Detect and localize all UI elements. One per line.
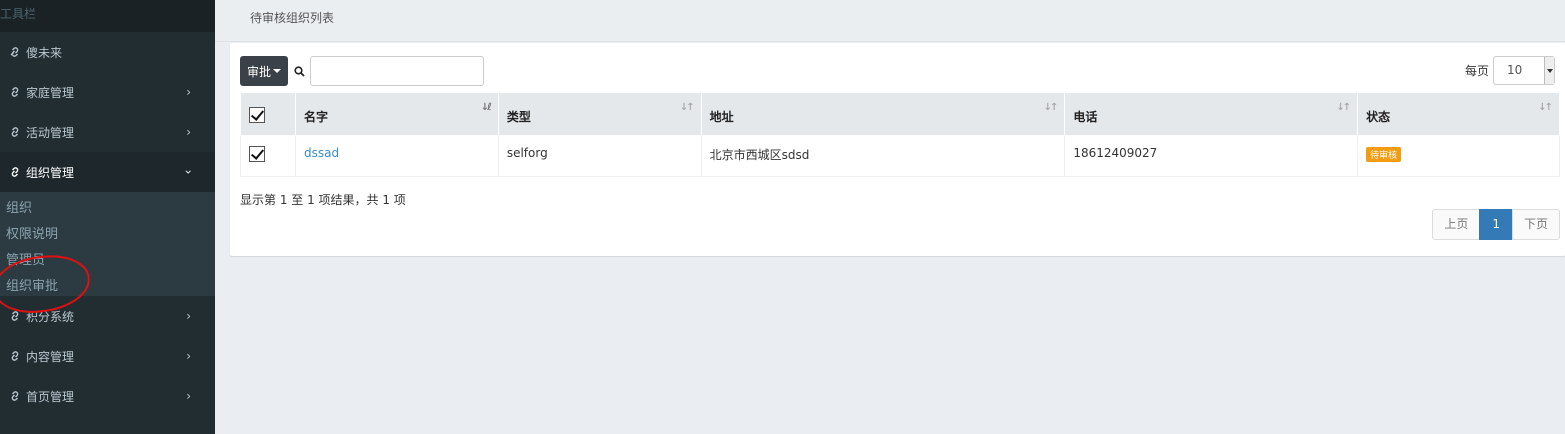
chevron-right-icon: › [186, 349, 191, 363]
content-box: 审批 每页 10 名字 ↓ℓ 类型 ↓↑ 地址 ↓↑ 电话 ↓↑ 状态 ↓↑ d… [230, 43, 1565, 256]
link-icon [4, 86, 26, 98]
cell-status: 待审核 [1357, 135, 1560, 177]
sort-icon: ↓↑ [1538, 102, 1553, 113]
sidebar-submenu: 组织 权限说明 管理员 组织审批 [0, 192, 215, 296]
status-badge: 待审核 [1366, 147, 1402, 162]
sidebar-item-content[interactable]: 内容管理 › [0, 336, 215, 376]
select-all-checkbox[interactable] [249, 106, 265, 123]
table-controls: 审批 [240, 56, 484, 86]
search-input[interactable] [310, 56, 484, 86]
chevron-right-icon: › [186, 125, 191, 139]
column-header-address[interactable]: 地址 ↓↑ [700, 92, 1066, 136]
link-icon [4, 350, 26, 362]
submenu-item-admins[interactable]: 管理员 [0, 248, 215, 274]
sidebar-item-label: 组织管理 [26, 165, 75, 180]
sidebar-item-family[interactable]: 家庭管理 › [0, 72, 215, 112]
row-checkbox[interactable] [249, 146, 265, 162]
table-row: dssad selforg 北京市西城区sdsd 18612409027 待审核 [240, 135, 1560, 177]
table-header-row: 名字 ↓ℓ 类型 ↓↑ 地址 ↓↑ 电话 ↓↑ 状态 ↓↑ [240, 92, 1560, 136]
page-title: 待审核组织列表 [215, 0, 1565, 42]
cell-phone: 18612409027 [1064, 135, 1359, 177]
sidebar-item-label: 积分系统 [26, 309, 75, 324]
page-size-control: 每页 10 [1465, 56, 1555, 85]
page-1-button[interactable]: 1 [1479, 209, 1513, 240]
select-all-header [240, 92, 296, 136]
page-size-label: 每页 [1464, 64, 1489, 78]
link-icon [4, 166, 26, 178]
approve-button-label: 审批 [246, 64, 271, 79]
sidebar-item-activity[interactable]: 活动管理 › [0, 112, 215, 152]
cell-name: dssad [294, 135, 499, 177]
select-arrow-icon [1544, 57, 1554, 84]
org-name-link[interactable]: dssad [304, 146, 339, 160]
submenu-item-org[interactable]: 组织 [0, 196, 215, 222]
sidebar-item-label: 内容管理 [26, 349, 75, 364]
pagination: 上页 1 下页 [1432, 209, 1560, 240]
sidebar: 工具栏 傻未来 家庭管理 › 活动管理 › 组织管理 › 组织 权限说明 管理员… [0, 0, 215, 434]
main-content: 待审核组织列表 审批 每页 10 名字 ↓ℓ 类型 ↓↑ 地址 ↓↑ 电话 ↓↑… [215, 0, 1565, 434]
sidebar-item-0[interactable]: 傻未来 [0, 32, 215, 72]
sidebar-item-label: 首页管理 [26, 389, 75, 404]
cell-address: 北京市西城区sdsd [700, 135, 1066, 177]
column-header-status[interactable]: 状态 ↓↑ [1357, 92, 1560, 136]
column-label: 状态 [1366, 109, 1391, 124]
column-label: 地址 [709, 109, 734, 124]
search-icon [294, 65, 305, 77]
chevron-down-icon: › [181, 169, 196, 175]
page-size-select[interactable]: 10 [1493, 56, 1555, 85]
chevron-right-icon: › [186, 389, 191, 403]
chevron-right-icon: › [186, 85, 191, 99]
chevron-right-icon: › [186, 309, 191, 323]
sidebar-item-label: 傻未来 [26, 45, 63, 60]
column-header-phone[interactable]: 电话 ↓↑ [1064, 92, 1359, 136]
submenu-item-permissions[interactable]: 权限说明 [0, 222, 215, 248]
sidebar-item-label: 家庭管理 [26, 85, 75, 100]
sidebar-item-label: 活动管理 [26, 125, 75, 140]
link-icon [4, 390, 26, 402]
sort-icon: ↓↑ [1043, 102, 1059, 113]
sort-asc-icon: ↓ℓ [480, 102, 492, 113]
sidebar-item-points[interactable]: 积分系统 › [0, 296, 215, 336]
caret-down-icon [273, 69, 281, 73]
link-icon [4, 126, 26, 138]
sidebar-item-org[interactable]: 组织管理 › [0, 152, 215, 192]
link-icon [4, 46, 26, 58]
link-icon [4, 310, 26, 322]
prev-page-button[interactable]: 上页 [1432, 209, 1481, 240]
approve-dropdown-button[interactable]: 审批 [240, 56, 288, 86]
column-label: 名字 [303, 109, 328, 124]
sort-icon: ↓↑ [679, 102, 695, 113]
row-select-cell [240, 135, 296, 177]
column-header-name[interactable]: 名字 ↓ℓ [294, 92, 499, 136]
org-table: 名字 ↓ℓ 类型 ↓↑ 地址 ↓↑ 电话 ↓↑ 状态 ↓↑ dssad selforg 北… [240, 92, 1560, 177]
sort-icon: ↓↑ [1336, 102, 1351, 113]
sidebar-toolbar-label: 工具栏 [0, 0, 215, 32]
result-summary: 显示第 1 至 1 项结果，共 1 项 [240, 193, 406, 207]
sidebar-item-home[interactable]: 首页管理 › [0, 376, 215, 416]
column-label: 电话 [1073, 109, 1098, 124]
column-header-type[interactable]: 类型 ↓↑ [497, 92, 702, 136]
column-label: 类型 [506, 109, 531, 124]
page-size-value: 10 [1507, 63, 1523, 77]
next-page-button[interactable]: 下页 [1511, 209, 1560, 240]
cell-type: selforg [497, 135, 702, 177]
